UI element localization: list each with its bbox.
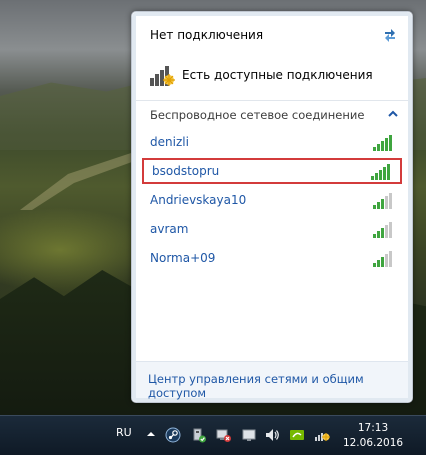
signal-bar [385, 138, 388, 151]
signal-strength-icon [373, 222, 392, 238]
network-item-bsodstopru[interactable]: bsodstopru [142, 158, 402, 184]
signal-strength-icon [373, 193, 392, 209]
signal-bar [373, 263, 376, 267]
signal-bar [389, 251, 392, 267]
signal-bar [383, 167, 386, 180]
taskbar: RU 17:13 12.06.2016 [0, 415, 426, 455]
signal-strength-icon [373, 135, 392, 151]
network-name: denizli [150, 135, 189, 149]
network-item-andrievskaya10[interactable]: Andrievskaya10 [142, 187, 402, 213]
signal-bar [387, 164, 390, 180]
volume-icon[interactable] [264, 427, 280, 443]
signal-bar [381, 228, 384, 238]
signal-bar [373, 205, 376, 209]
signal-bar [385, 225, 388, 238]
network-sharing-center-link[interactable]: Центр управления сетями и общим доступом [148, 372, 408, 400]
network-name: avram [150, 222, 189, 236]
clock-time: 17:13 [357, 422, 389, 434]
signal-strength-icon [371, 164, 390, 180]
language-indicator[interactable]: RU [116, 426, 132, 439]
wireless-section-header[interactable]: Беспроводное сетевое соединение [150, 108, 364, 122]
signal-bar [379, 170, 382, 180]
steam-icon[interactable] [165, 427, 181, 443]
signal-bar [377, 202, 380, 209]
network-item-avram[interactable]: avram [142, 216, 402, 242]
signal-bar [381, 141, 384, 151]
chevron-up-icon[interactable] [388, 109, 398, 119]
network-name: bsodstopru [152, 164, 220, 178]
signal-bar [377, 144, 380, 151]
network-name: Norma+09 [150, 251, 216, 265]
network-no-connection-tray-icon[interactable] [314, 427, 330, 443]
flyout-footer: Центр управления сетями и общим доступом [136, 361, 408, 400]
signal-bar [381, 257, 384, 267]
signal-bar [389, 222, 392, 238]
clock-date: 12.06.2016 [342, 437, 404, 449]
nvidia-icon[interactable] [289, 427, 305, 443]
network-flyout-body: Нет подключения Есть доступные подключен… [136, 16, 408, 400]
display-icon[interactable] [241, 427, 257, 443]
network-name: Andrievskaya10 [150, 193, 247, 207]
connection-status-title: Нет подключения [150, 28, 264, 42]
usb-device-icon[interactable] [191, 427, 207, 443]
signal-bar [373, 234, 376, 238]
signal-strength-icon [373, 251, 392, 267]
signal-bar [373, 147, 376, 151]
signal-bar [371, 176, 374, 180]
section-divider [136, 100, 408, 101]
show-hidden-icons-icon[interactable] [147, 430, 155, 438]
network-item-denizli[interactable]: denizli [142, 129, 402, 155]
network-disconnected-icon[interactable] [216, 427, 232, 443]
network-item-norma-09[interactable]: Norma+09 [142, 245, 402, 271]
signal-bar [375, 173, 378, 180]
signal-bar [385, 254, 388, 267]
available-connections-status: Есть доступные подключения [148, 60, 373, 90]
signal-bar [385, 196, 388, 209]
available-connections-label: Есть доступные подключения [182, 68, 373, 82]
signal-bar [377, 231, 380, 238]
refresh-networks-icon[interactable] [382, 26, 398, 42]
signal-bar [389, 135, 392, 151]
network-no-connection-icon [150, 66, 175, 86]
network-flyout: Нет подключения Есть доступные подключен… [131, 11, 413, 403]
taskbar-clock[interactable]: 17:13 12.06.2016 [340, 421, 406, 451]
signal-bar [381, 199, 384, 209]
signal-bar [377, 260, 380, 267]
wallpaper-path [20, 150, 140, 210]
signal-bar [389, 193, 392, 209]
